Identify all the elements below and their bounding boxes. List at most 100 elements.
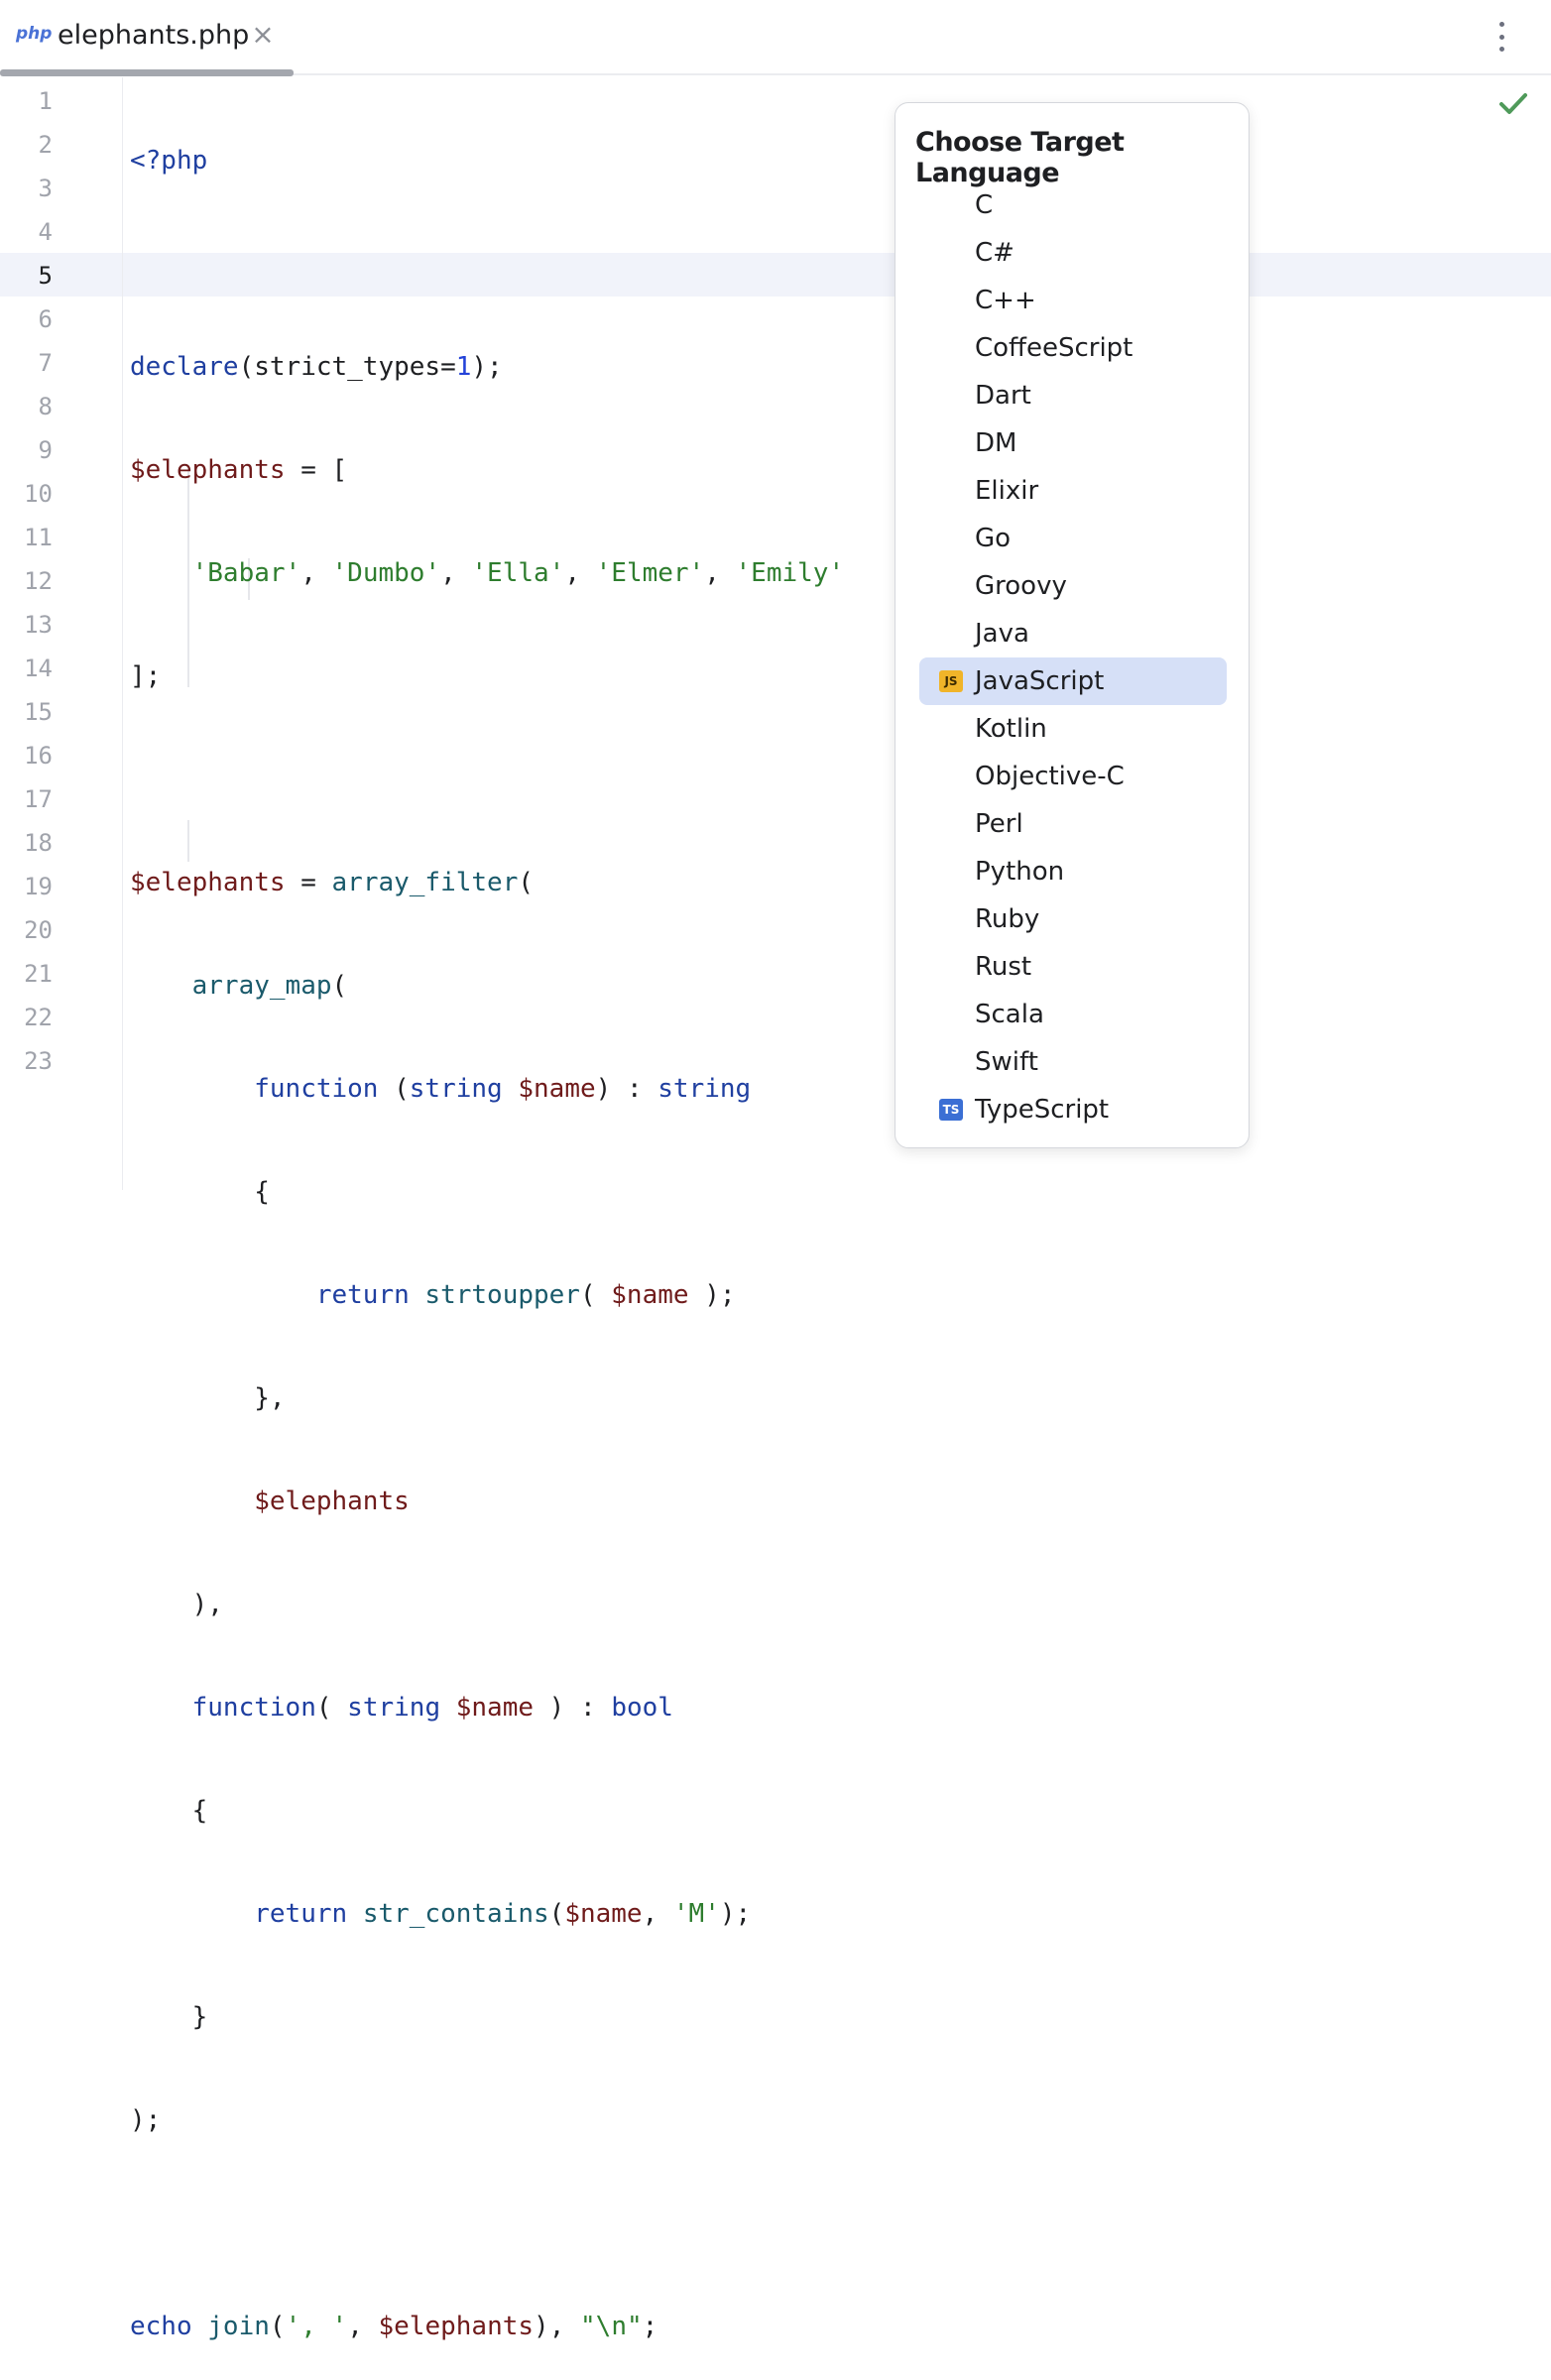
code-token: declare <box>130 352 239 382</box>
code-token: ); <box>688 1280 736 1310</box>
code-token: , <box>704 558 736 588</box>
code-token: (strict_types= <box>238 352 456 382</box>
language-item-swift[interactable]: Swift <box>919 1038 1227 1086</box>
code-token: ]; <box>130 661 162 691</box>
code-token: ', ' <box>285 2312 348 2341</box>
language-item-c-[interactable]: C# <box>919 229 1227 277</box>
line-number[interactable]: 21 <box>0 952 53 996</box>
code-token: 'Elmer' <box>595 558 705 588</box>
code-line-18: return str_contains($name, 'M'); <box>130 1892 844 1936</box>
code-token: $name <box>564 1899 643 1929</box>
language-item-c[interactable]: C <box>919 181 1227 229</box>
code-token: } <box>130 2002 208 2032</box>
language-item-perl[interactable]: Perl <box>919 800 1227 848</box>
code-line-13: }, <box>130 1376 844 1420</box>
language-label: Ruby <box>975 904 1040 934</box>
language-item-coffeescript[interactable]: CoffeeScript <box>919 324 1227 372</box>
code-area[interactable]: <?php declare(strict_types=1); $elephant… <box>130 79 844 2380</box>
line-number[interactable]: 10 <box>0 472 53 516</box>
code-token: array_map <box>191 971 332 1001</box>
line-number[interactable]: 13 <box>0 603 53 647</box>
line-number[interactable]: 16 <box>0 734 53 777</box>
code-line-10: function (string $name) : string <box>130 1067 844 1111</box>
language-label: Kotlin <box>975 714 1047 744</box>
code-token: ( <box>269 2312 286 2341</box>
language-item-objective-c[interactable]: Objective-C <box>919 753 1227 800</box>
language-label: DM <box>975 428 1017 458</box>
line-number[interactable]: 14 <box>0 647 53 690</box>
language-label: JavaScript <box>975 666 1105 696</box>
language-item-dart[interactable]: Dart <box>919 372 1227 419</box>
line-number[interactable]: 8 <box>0 385 53 428</box>
code-token: $name <box>455 1693 535 1723</box>
language-item-scala[interactable]: Scala <box>919 991 1227 1038</box>
language-label: C <box>975 190 994 220</box>
close-icon[interactable]: × <box>250 20 276 50</box>
popup-title: Choose Target Language <box>915 127 1125 188</box>
line-number[interactable]: 19 <box>0 865 53 908</box>
language-label: TypeScript <box>975 1095 1110 1125</box>
code-token: echo <box>130 2312 192 2341</box>
code-token: string <box>657 1074 752 1104</box>
code-token: str_contains <box>362 1899 549 1929</box>
language-item-rust[interactable]: Rust <box>919 943 1227 991</box>
code-line-20: ); <box>130 2098 844 2142</box>
line-number[interactable]: 6 <box>0 298 53 341</box>
language-item-javascript[interactable]: JS JavaScript <box>919 657 1227 705</box>
language-item-elixir[interactable]: Elixir <box>919 467 1227 515</box>
language-label: Groovy <box>975 571 1067 601</box>
language-item-dm[interactable]: DM <box>919 419 1227 467</box>
code-token: 'Ella' <box>471 558 565 588</box>
active-tab-indicator <box>0 69 294 76</box>
code-token: return <box>315 1280 410 1310</box>
language-item-typescript[interactable]: TS TypeScript <box>919 1086 1227 1133</box>
code-line-5: 'Babar', 'Dumbo', 'Ella', 'Elmer', 'Emil… <box>130 551 844 595</box>
tab-elephants-php[interactable]: php elephants.php × <box>0 0 294 76</box>
language-label: Perl <box>975 809 1023 839</box>
code-token: string <box>347 1693 441 1723</box>
line-number[interactable]: 12 <box>0 559 53 603</box>
line-number[interactable]: 1 <box>0 79 53 123</box>
more-options-icon[interactable] <box>1486 18 1517 56</box>
line-number[interactable]: 20 <box>0 908 53 952</box>
line-number[interactable]: 15 <box>0 690 53 734</box>
line-number[interactable]: 2 <box>0 123 53 167</box>
line-number[interactable]: 3 <box>0 167 53 210</box>
code-token: ( <box>315 1693 348 1723</box>
language-item-python[interactable]: Python <box>919 848 1227 895</box>
no-problems-check-icon <box>1499 93 1527 114</box>
language-item-ruby[interactable]: Ruby <box>919 895 1227 943</box>
line-number[interactable]: 7 <box>0 341 53 385</box>
language-item-c-[interactable]: C++ <box>919 277 1227 324</box>
code-token: bool <box>611 1693 673 1723</box>
language-item-java[interactable]: Java <box>919 610 1227 657</box>
line-number[interactable]: 17 <box>0 777 53 821</box>
line-number[interactable]: 5 <box>0 254 53 298</box>
ts-file-icon: TS <box>939 1099 963 1121</box>
language-label: Elixir <box>975 476 1039 506</box>
language-item-groovy[interactable]: Groovy <box>919 562 1227 610</box>
code-line-12: return strtoupper( $name ); <box>130 1273 844 1317</box>
line-number[interactable]: 9 <box>0 428 53 472</box>
code-token: $elephants <box>130 868 286 897</box>
language-item-kotlin[interactable]: Kotlin <box>919 705 1227 753</box>
line-number[interactable]: 18 <box>0 821 53 865</box>
language-label: Java <box>975 619 1029 649</box>
code-token: ( <box>331 971 348 1001</box>
code-line-1: <?php <box>130 139 844 182</box>
line-number[interactable]: 4 <box>0 210 53 254</box>
line-number[interactable]: 22 <box>0 996 53 1039</box>
code-token: $elephants <box>378 2312 535 2341</box>
language-item-go[interactable]: Go <box>919 515 1227 562</box>
code-line-22: echo join(', ', $elephants), "\n"; <box>130 2305 844 2348</box>
line-number[interactable]: 23 <box>0 1039 53 1083</box>
code-token: ), <box>130 1590 223 1619</box>
code-token: 'M' <box>672 1899 720 1929</box>
line-number[interactable]: 11 <box>0 516 53 559</box>
code-line-14: $elephants <box>130 1480 844 1523</box>
